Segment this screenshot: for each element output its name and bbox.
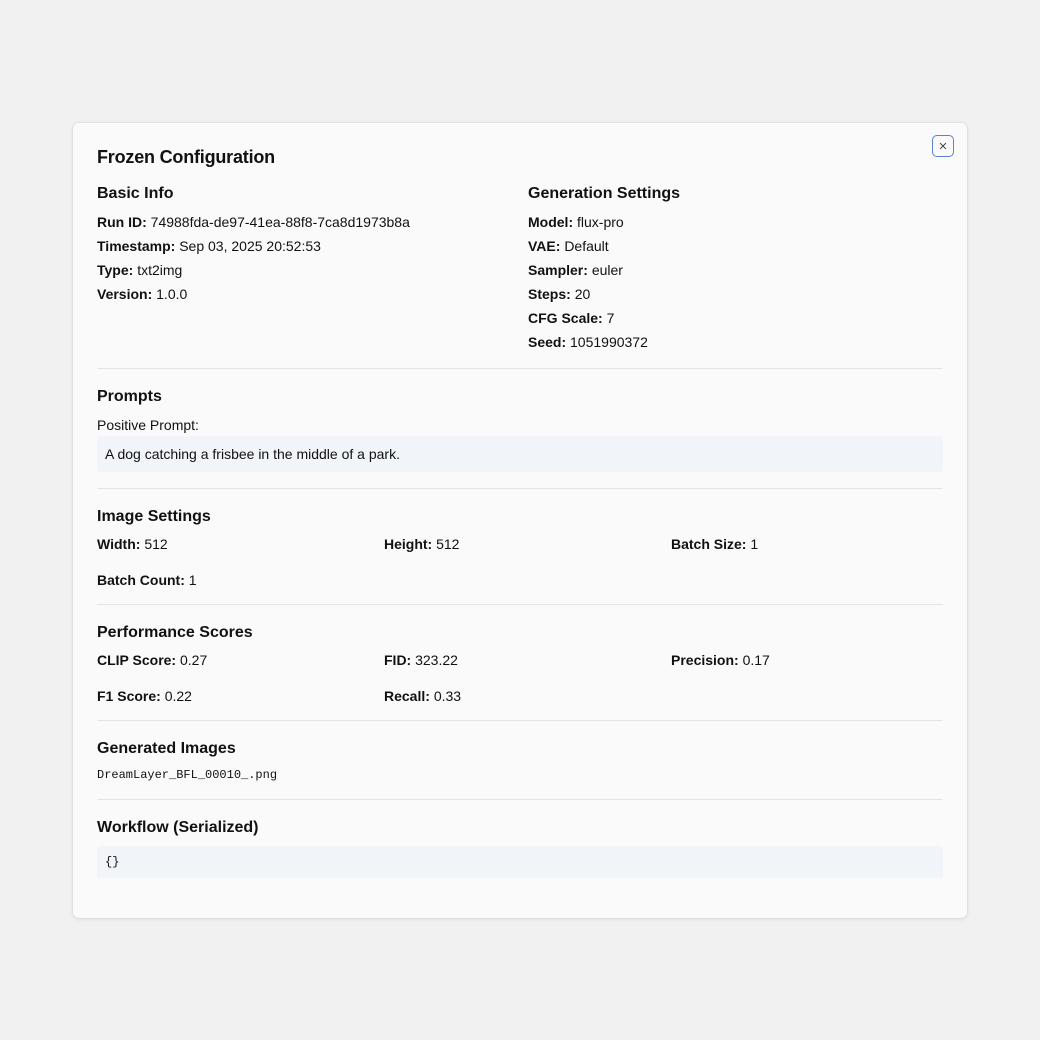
field-label: F1 Score: xyxy=(97,688,161,704)
performance-score-item: Recall: 0.33 xyxy=(384,684,671,708)
image-settings-section: Image Settings Width: 512 Height: 512 Ba… xyxy=(97,489,943,604)
prompts-title: Prompts xyxy=(97,388,162,405)
generation-setting-item: Sampler: euler xyxy=(528,258,943,282)
info-columns: Basic Info Run ID: 74988fda-de97-41ea-88… xyxy=(97,184,943,368)
image-settings-title: Image Settings xyxy=(97,508,211,525)
performance-grid: CLIP Score: 0.27 FID: 323.22 Precision: … xyxy=(97,648,943,708)
generation-setting-item: Model: flux-pro xyxy=(528,210,943,234)
generation-settings-list: Model: flux-pro VAE: Default Sampler: eu… xyxy=(528,210,943,354)
close-button[interactable] xyxy=(932,135,954,157)
generation-settings-section: Generation Settings Model: flux-pro VAE:… xyxy=(528,184,943,354)
field-label: VAE: xyxy=(528,238,561,254)
field-value: 0.27 xyxy=(180,652,208,668)
field-value: 0.33 xyxy=(433,688,462,704)
field-label: Run ID: xyxy=(97,214,147,230)
field-value: 512 xyxy=(144,536,168,552)
field-value: 20 xyxy=(574,286,591,302)
field-label: Timestamp: xyxy=(97,238,176,254)
field-label: Height: xyxy=(384,536,433,552)
generated-images-title: Generated Images xyxy=(97,740,236,757)
performance-score-item: F1 Score: 0.22 xyxy=(97,684,384,708)
field-value: 0.22 xyxy=(164,688,192,704)
workflow-section: Workflow (Serialized) {} xyxy=(97,800,943,878)
field-label: Model: xyxy=(528,214,574,230)
field-label: Batch Size: xyxy=(671,536,747,552)
workflow-code-box: {} xyxy=(97,846,943,878)
basic-info-item: Version: 1.0.0 xyxy=(97,282,528,306)
generation-setting-item: Steps: 20 xyxy=(528,282,943,306)
basic-info-item: Run ID: 74988fda-de97-41ea-88f8-7ca8d197… xyxy=(97,210,528,234)
generation-setting-item: CFG Scale: 7 xyxy=(528,306,943,330)
field-label: Recall: xyxy=(384,688,430,704)
field-value: 1051990372 xyxy=(570,334,648,350)
field-value: 0.17 xyxy=(742,652,770,668)
positive-prompt-box: A dog catching a frisbee in the middle o… xyxy=(97,436,943,472)
field-value: 74988fda-de97-41ea-88f8-7ca8d1973b8a xyxy=(150,214,410,230)
image-setting-item: Width: 512 xyxy=(97,532,384,556)
image-settings-grid: Width: 512 Height: 512 Batch Size: 1 Bat… xyxy=(97,532,943,592)
field-value: 7 xyxy=(606,310,615,326)
image-setting-item: Height: 512 xyxy=(384,532,671,556)
field-label: Version: xyxy=(97,286,153,302)
close-icon xyxy=(939,142,947,150)
field-value: 323.22 xyxy=(415,652,458,668)
generation-setting-item: Seed: 1051990372 xyxy=(528,330,943,354)
field-value: 512 xyxy=(436,536,460,552)
field-value: 1 xyxy=(750,536,759,552)
field-label: Batch Count: xyxy=(97,572,185,588)
image-setting-item: Batch Count: 1 xyxy=(97,568,384,592)
field-label: FID: xyxy=(384,652,412,668)
performance-title: Performance Scores xyxy=(97,624,253,641)
prompts-section: Prompts Positive Prompt: A dog catching … xyxy=(97,369,943,488)
basic-info-item: Type: txt2img xyxy=(97,258,528,282)
field-value: Default xyxy=(564,238,609,254)
field-label: Steps: xyxy=(528,286,571,302)
performance-section: Performance Scores CLIP Score: 0.27 FID:… xyxy=(97,605,943,720)
field-label: Width: xyxy=(97,536,141,552)
basic-info-list: Run ID: 74988fda-de97-41ea-88f8-7ca8d197… xyxy=(97,210,528,306)
field-value: 1.0.0 xyxy=(156,286,188,302)
basic-info-item: Timestamp: Sep 03, 2025 20:52:53 xyxy=(97,234,528,258)
field-label: CFG Scale: xyxy=(528,310,603,326)
performance-score-item: CLIP Score: 0.27 xyxy=(97,648,384,672)
field-value: txt2img xyxy=(137,262,183,278)
generated-image-filename: DreamLayer_BFL_00010_.png xyxy=(97,768,278,782)
modal-title: Frozen Configuration xyxy=(97,147,275,167)
field-label: Sampler: xyxy=(528,262,588,278)
workflow-title: Workflow (Serialized) xyxy=(97,819,259,836)
field-label: Type: xyxy=(97,262,134,278)
field-label: Precision: xyxy=(671,652,739,668)
image-setting-item: Batch Size: 1 xyxy=(671,532,943,556)
generated-images-section: Generated Images DreamLayer_BFL_00010_.p… xyxy=(97,721,943,799)
field-label: CLIP Score: xyxy=(97,652,177,668)
frozen-config-modal: Frozen Configuration Basic Info Run ID: … xyxy=(73,123,967,918)
field-value: flux-pro xyxy=(577,214,624,230)
basic-info-section: Basic Info Run ID: 74988fda-de97-41ea-88… xyxy=(97,184,528,354)
generation-settings-title: Generation Settings xyxy=(528,185,681,202)
positive-prompt-label: Positive Prompt: xyxy=(97,417,199,433)
generation-setting-item: VAE: Default xyxy=(528,234,943,258)
performance-score-item: FID: 323.22 xyxy=(384,648,671,672)
basic-info-title: Basic Info xyxy=(97,185,174,202)
field-value: euler xyxy=(591,262,623,278)
performance-score-item: Precision: 0.17 xyxy=(671,648,943,672)
field-label: Seed: xyxy=(528,334,567,350)
field-value: 1 xyxy=(188,572,197,588)
field-value: Sep 03, 2025 20:52:53 xyxy=(179,238,321,254)
